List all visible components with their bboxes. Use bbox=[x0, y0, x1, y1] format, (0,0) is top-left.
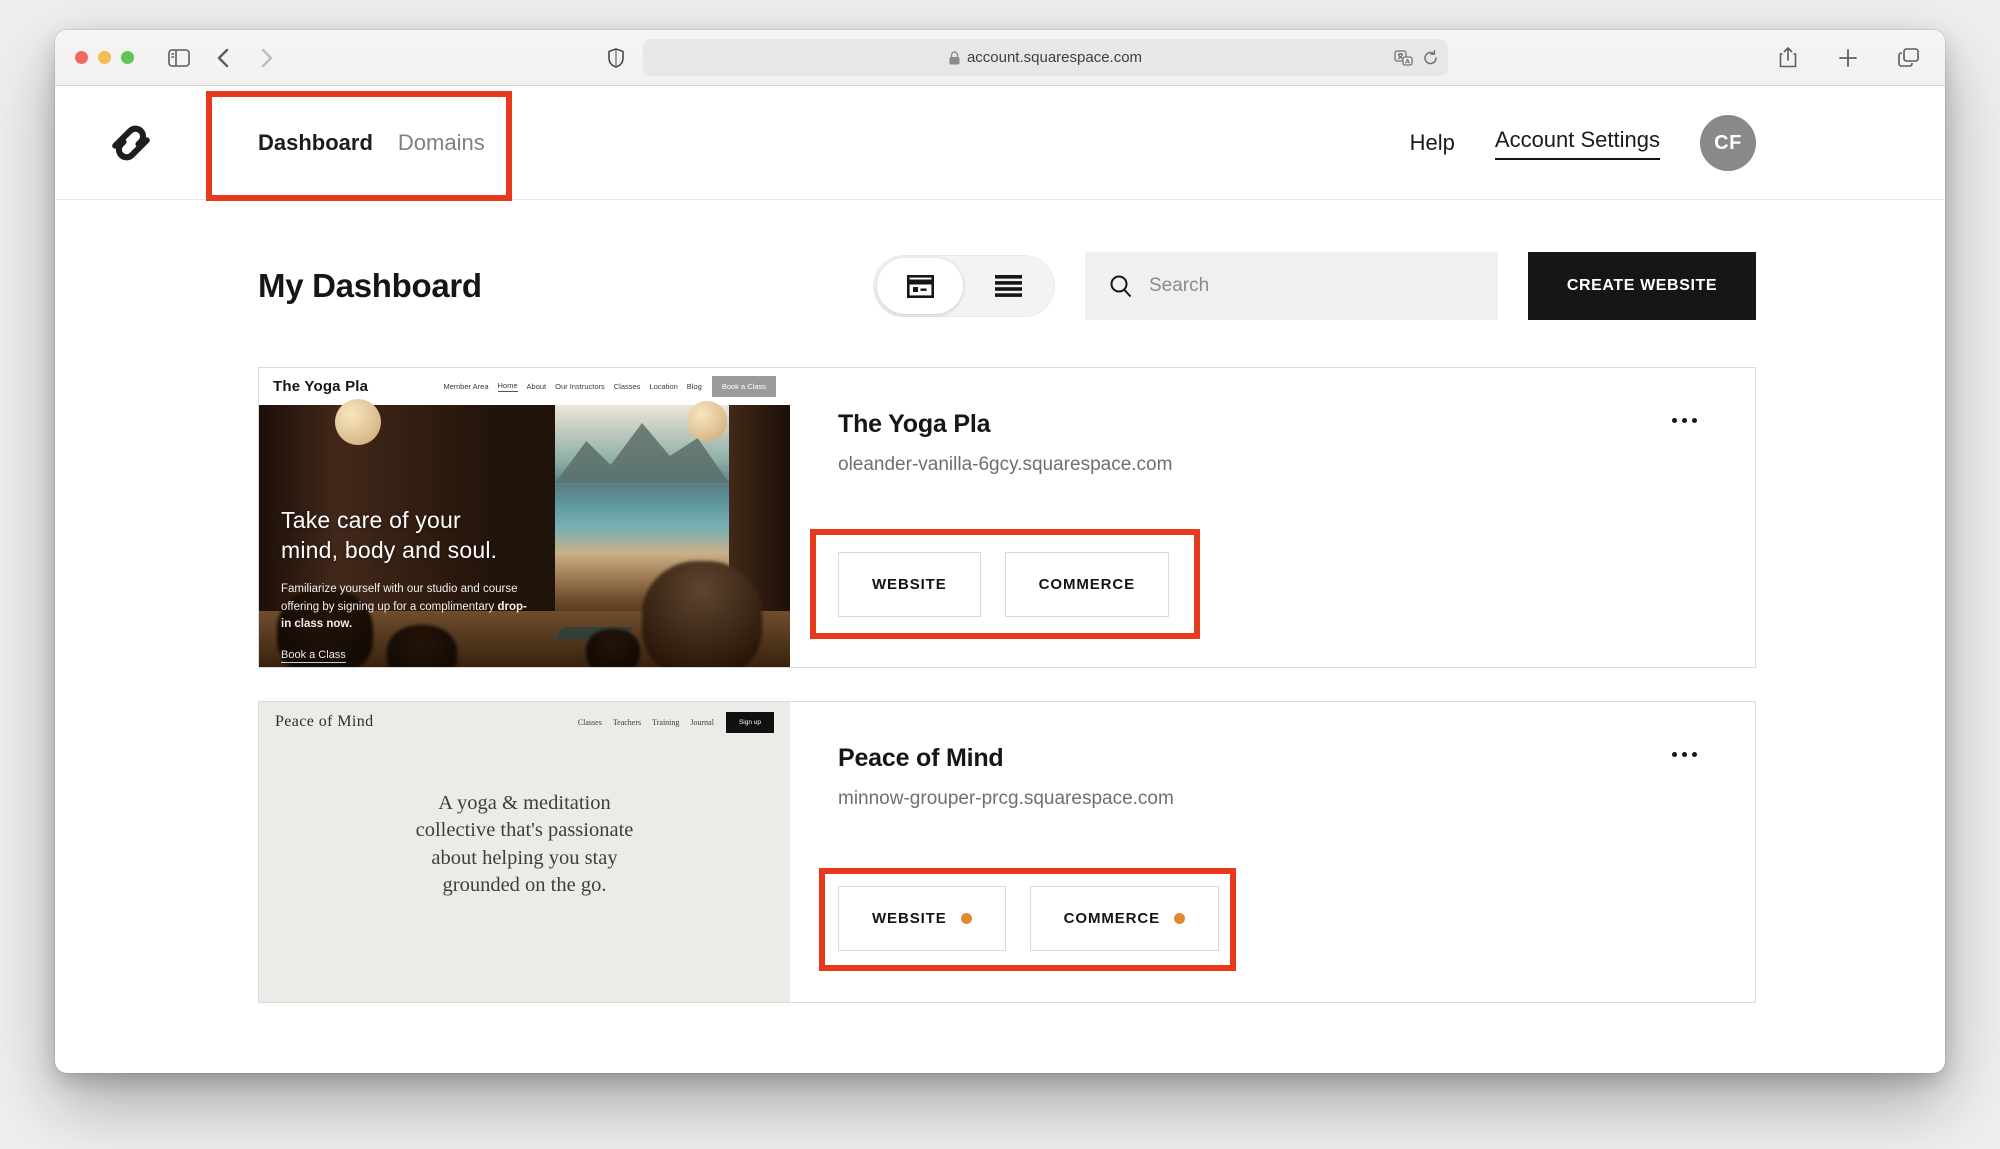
site-name: Peace of Mind bbox=[838, 744, 1707, 773]
site-card-peace-of-mind: Peace of Mind Classes Teachers Training … bbox=[258, 701, 1756, 1003]
website-button[interactable]: WEBSITE bbox=[838, 552, 981, 617]
lantern-decoration bbox=[335, 399, 381, 445]
card-view-icon bbox=[907, 275, 934, 298]
url-text: account.squarespace.com bbox=[967, 49, 1142, 66]
thumb-cta-button: Sign up bbox=[726, 712, 774, 733]
close-window-button[interactable] bbox=[75, 51, 88, 64]
nav-dashboard[interactable]: Dashboard bbox=[258, 130, 373, 156]
thumb-site-title: Peace of Mind bbox=[275, 713, 374, 731]
site-card-the-yoga-pla: The Yoga Pla Member Area Home About Our … bbox=[258, 367, 1756, 668]
thumb-hero-heading: Take care of your mind, body and soul. bbox=[281, 505, 549, 566]
translate-icon[interactable] bbox=[1394, 50, 1413, 66]
privacy-shield-icon[interactable] bbox=[599, 43, 633, 73]
site-thumbnail[interactable]: Peace of Mind Classes Teachers Training … bbox=[259, 702, 790, 1002]
thumb-tagline: A yoga & meditation collective that's pa… bbox=[259, 790, 790, 899]
site-name: The Yoga Pla bbox=[838, 410, 1707, 439]
thumb-site-title: The Yoga Pla bbox=[273, 378, 368, 395]
status-dot bbox=[1174, 913, 1185, 924]
help-link[interactable]: Help bbox=[1410, 130, 1455, 156]
thumb-hero-body: Familiarize yourself with our studio and… bbox=[281, 581, 533, 634]
site-domain: oleander-vanilla-6gcy.squarespace.com bbox=[838, 454, 1707, 476]
site-thumbnail[interactable]: The Yoga Pla Member Area Home About Our … bbox=[259, 368, 790, 667]
nav-domains[interactable]: Domains bbox=[398, 130, 485, 156]
thumb-nav: Classes Teachers Training Journal bbox=[578, 718, 714, 727]
create-website-button[interactable]: CREATE WEBSITE bbox=[1528, 252, 1756, 320]
zoom-window-button[interactable] bbox=[121, 51, 134, 64]
view-toggle[interactable] bbox=[873, 255, 1055, 317]
search-icon bbox=[1109, 274, 1133, 298]
share-icon[interactable] bbox=[1771, 43, 1805, 73]
website-button[interactable]: WEBSITE bbox=[838, 886, 1006, 951]
back-button[interactable] bbox=[206, 43, 240, 73]
reload-icon[interactable] bbox=[1423, 50, 1438, 66]
search-input[interactable] bbox=[1149, 275, 1474, 297]
new-tab-icon[interactable] bbox=[1831, 43, 1865, 73]
window-controls bbox=[75, 51, 134, 64]
account-settings-link[interactable]: Account Settings bbox=[1495, 127, 1660, 160]
site-menu-ellipsis-icon[interactable] bbox=[1666, 412, 1703, 429]
list-view-icon bbox=[995, 275, 1022, 297]
thumb-hero-image: Take care of your mind, body and soul. F… bbox=[259, 405, 790, 667]
page-title: My Dashboard bbox=[258, 267, 482, 305]
app-header: Dashboard Domains Help Account Settings … bbox=[55, 86, 1945, 200]
site-domain: minnow-grouper-prcg.squarespace.com bbox=[838, 788, 1707, 810]
sidebar-toggle-icon[interactable] bbox=[162, 43, 196, 73]
commerce-button[interactable]: COMMERCE bbox=[1030, 886, 1219, 951]
address-bar[interactable]: account.squarespace.com bbox=[643, 39, 1448, 76]
forward-button[interactable] bbox=[250, 43, 284, 73]
commerce-button[interactable]: COMMERCE bbox=[1005, 552, 1169, 617]
squarespace-logo-icon[interactable] bbox=[105, 117, 157, 169]
tab-overview-icon[interactable] bbox=[1891, 43, 1925, 73]
status-dot bbox=[961, 913, 972, 924]
list-view-button[interactable] bbox=[962, 275, 1054, 297]
primary-nav: Dashboard Domains bbox=[258, 86, 485, 200]
thumb-hero-link: Book a Class bbox=[281, 649, 346, 663]
thumb-cta-button: Book a Class bbox=[712, 376, 776, 397]
site-menu-ellipsis-icon[interactable] bbox=[1666, 746, 1703, 763]
browser-window: account.squarespace.com bbox=[55, 30, 1945, 1073]
minimize-window-button[interactable] bbox=[98, 51, 111, 64]
search-box[interactable] bbox=[1085, 252, 1498, 320]
thumb-nav: Member Area Home About Our Instructors C… bbox=[443, 381, 701, 392]
lock-icon bbox=[949, 51, 960, 65]
browser-toolbar: account.squarespace.com bbox=[55, 30, 1945, 86]
lantern-decoration bbox=[687, 401, 727, 441]
avatar[interactable]: CF bbox=[1700, 115, 1756, 171]
card-view-button[interactable] bbox=[877, 258, 963, 314]
